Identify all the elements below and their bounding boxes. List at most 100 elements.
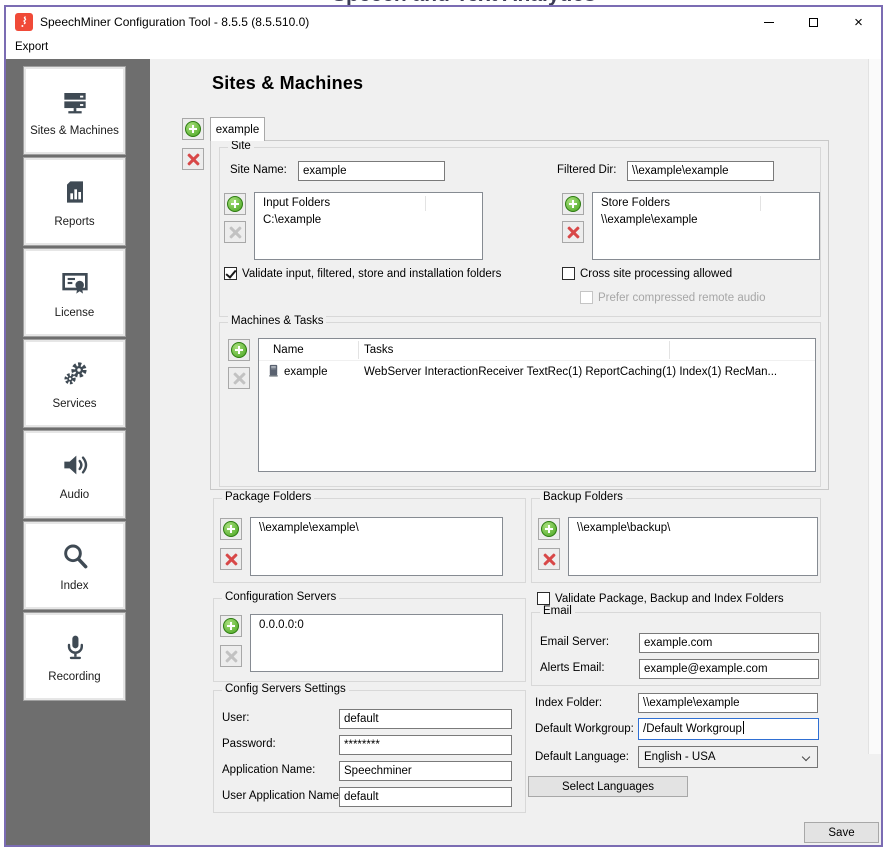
delete-icon [542, 552, 557, 567]
main-panel: Sites & Machines example Site Site Name:… [150, 59, 881, 845]
email-legend: Email [540, 605, 575, 617]
filtered-dir-label: Filtered Dir: [557, 164, 616, 176]
user-input[interactable] [339, 709, 512, 729]
maximize-icon [809, 18, 818, 27]
default-language-select[interactable]: English - USA [638, 746, 818, 768]
sidebar-item-label: Index [60, 580, 88, 592]
sidebar-item-label: Reports [54, 216, 94, 228]
email-server-input[interactable] [639, 633, 819, 653]
store-folder-item[interactable]: \\example\example [593, 212, 819, 228]
minimize-button[interactable] [746, 7, 791, 37]
remove-package-folder-button[interactable] [220, 548, 242, 570]
column-tasks: Tasks [358, 344, 393, 356]
column-divider [358, 341, 359, 359]
prefer-compressed-checkbox: Prefer compressed remote audio [580, 291, 765, 304]
backup-folder-item[interactable]: \\example\backup\ [569, 518, 817, 536]
add-icon [227, 196, 243, 212]
scroll-gutter [868, 59, 881, 754]
sidebar-item-index[interactable]: Index [24, 522, 125, 609]
config-server-item[interactable]: 0.0.0.0:0 [251, 615, 502, 633]
add-package-folder-button[interactable] [220, 518, 242, 540]
report-chart-icon [59, 176, 91, 213]
gears-icon [59, 358, 91, 395]
validate-package-checkbox[interactable]: Validate Package, Backup and Index Folde… [537, 592, 784, 605]
sidebar-item-license[interactable]: License [24, 249, 125, 336]
sidebar-item-audio[interactable]: Audio [24, 431, 125, 518]
add-config-server-button[interactable] [220, 615, 242, 637]
sidebar-item-recording[interactable]: Recording [24, 613, 125, 700]
cross-site-checkbox[interactable]: Cross site processing allowed [562, 267, 732, 280]
input-folders-list: Input Folders C:\example [254, 192, 483, 260]
package-folders-legend: Package Folders [222, 491, 314, 503]
password-input[interactable] [339, 735, 512, 755]
site-name-label: Site Name: [230, 164, 287, 176]
input-folders-header: Input Folders [255, 193, 482, 212]
add-machine-button[interactable] [228, 339, 250, 361]
application-name-input[interactable] [339, 761, 512, 781]
machines-table: Name Tasks [258, 338, 816, 472]
default-workgroup-input[interactable]: /Default Workgroup [638, 718, 819, 740]
input-folder-item[interactable]: C:\example [255, 212, 482, 228]
email-server-label: Email Server: [540, 636, 609, 648]
remove-site-tab-button[interactable] [182, 148, 204, 170]
machine-tasks: WebServer InteractionReceiver TextRec(1)… [358, 366, 815, 378]
menubar: Export [6, 37, 881, 59]
speaker-icon [59, 449, 91, 486]
sidebar-item-label: Recording [48, 671, 100, 683]
site-tab-page: Site Site Name: Filtered Dir: Input Fold… [210, 140, 829, 490]
column-name: Name [259, 344, 358, 356]
checkbox-unchecked-icon [537, 592, 550, 605]
tab-example[interactable]: example [210, 117, 265, 141]
sidebar: Sites & Machines Reports [6, 59, 150, 845]
menu-export[interactable]: Export [6, 38, 57, 56]
user-label: User: [222, 712, 249, 724]
machines-table-header: Name Tasks [259, 339, 815, 361]
microphone-icon [59, 631, 91, 668]
page-title: Sites & Machines [212, 73, 363, 94]
sidebar-item-services[interactable]: Services [24, 340, 125, 427]
select-languages-button[interactable]: Select Languages [528, 776, 688, 797]
add-backup-folder-button[interactable] [538, 518, 560, 540]
maximize-button[interactable] [791, 7, 836, 37]
add-site-tab-button[interactable] [182, 118, 204, 140]
store-folders-list: Store Folders \\example\example [592, 192, 820, 260]
checkbox-checked-icon [224, 267, 237, 280]
sidebar-item-sites-machines[interactable]: Sites & Machines [24, 67, 125, 154]
add-store-folder-button[interactable] [562, 193, 584, 215]
add-input-folder-button[interactable] [224, 193, 246, 215]
close-button[interactable]: × [836, 7, 881, 37]
column-divider [760, 196, 761, 211]
server-icon [59, 85, 91, 122]
selected-language: English - USA [644, 751, 716, 763]
license-certificate-icon [59, 267, 91, 304]
delete-icon [566, 225, 581, 240]
backup-folders-groupbox: Backup Folders \\example\backup\ [531, 498, 821, 583]
remove-backup-folder-button[interactable] [538, 548, 560, 570]
titlebar: SpeechMiner Configuration Tool - 8.5.5 (… [6, 7, 881, 37]
validate-folders-checkbox[interactable]: Validate input, filtered, store and inst… [224, 267, 501, 280]
sidebar-item-reports[interactable]: Reports [24, 158, 125, 245]
alerts-email-label: Alerts Email: [540, 662, 605, 674]
sidebar-item-label: License [55, 307, 95, 319]
user-application-name-input[interactable] [339, 787, 512, 807]
alerts-email-input[interactable] [639, 659, 819, 679]
email-groupbox: Email Email Server: Alerts Email: [531, 612, 821, 686]
add-icon [231, 342, 247, 358]
store-folders-header: Store Folders [593, 193, 819, 212]
index-folder-input[interactable] [638, 693, 818, 713]
delete-icon-disabled [232, 371, 247, 386]
site-name-input[interactable] [298, 161, 445, 181]
remove-machine-button [228, 367, 250, 389]
remove-input-folder-button [224, 221, 246, 243]
package-folder-item[interactable]: \\example\example\ [251, 518, 502, 536]
remove-store-folder-button[interactable] [562, 221, 584, 243]
site-groupbox: Site Site Name: Filtered Dir: Input Fold… [219, 147, 821, 317]
filtered-dir-input[interactable] [627, 161, 774, 181]
save-button[interactable]: Save [804, 822, 879, 843]
magnifier-icon [59, 540, 91, 577]
password-label: Password: [222, 738, 276, 750]
close-icon: × [854, 14, 863, 31]
app-window: SpeechMiner Configuration Tool - 8.5.5 (… [4, 5, 883, 847]
machine-row[interactable]: example WebServer InteractionReceiver Te… [259, 361, 815, 383]
index-folder-label: Index Folder: [535, 697, 602, 709]
